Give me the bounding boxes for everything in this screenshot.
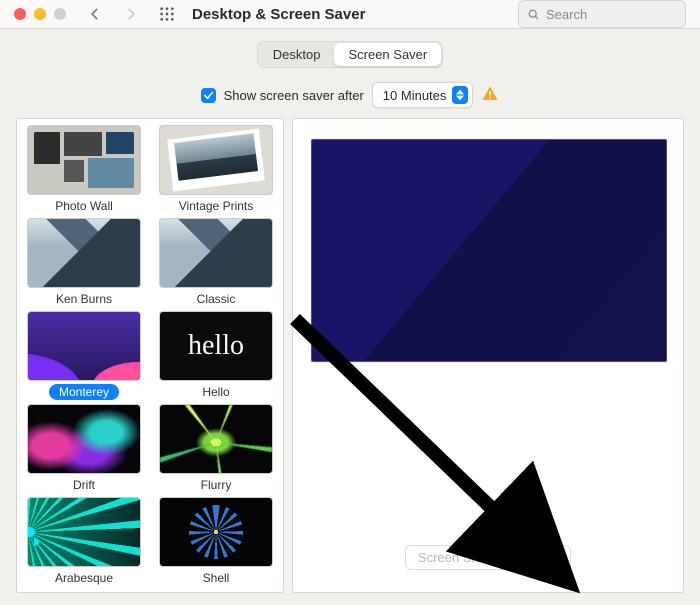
select-stepper-icon [452,86,468,104]
thumbnail-ken-burns [27,218,141,288]
show-after-label: Show screen saver after [224,88,364,103]
desktop-screensaver-tabs: Desktop Screen Saver [257,41,443,68]
screensaver-item-flurry[interactable]: Flurry [151,404,281,493]
screensaver-item-ken-burns[interactable]: Ken Burns [19,218,149,307]
window-controls [14,8,66,20]
thumbnail-arabesque [27,497,141,567]
screensaver-item-monterey[interactable]: Monterey [19,311,149,400]
screensaver-item-arabesque[interactable]: Arabesque [19,497,149,586]
thumbnail-hello: hello [159,311,273,381]
thumbnail-classic [159,218,273,288]
screensaver-item-photo-wall[interactable]: Photo Wall [19,125,149,214]
tab-desktop[interactable]: Desktop [259,43,335,66]
back-button[interactable] [82,1,108,27]
show-after-row: Show screen saver after 10 Minutes [16,82,684,108]
preferences-window: Desktop & Screen Saver Search Desktop Sc… [0,0,700,605]
screen-saver-options-button[interactable]: Screen Saver Options… [405,545,571,570]
thumbnail-photo-wall [27,125,141,195]
show-all-prefs-button[interactable] [154,1,180,27]
tab-screen-saver[interactable]: Screen Saver [334,43,441,66]
screensaver-item-shell[interactable]: Shell [151,497,281,586]
thumbnail-drift [27,404,141,474]
screensaver-label: Shell [193,570,240,586]
pane-body: Desktop Screen Saver Show screen saver a… [0,29,700,605]
thumbnail-vintage-prints [159,125,273,195]
screensaver-label: Flurry [191,477,242,493]
bottom-row: Use random screen saver Show with clock … [16,593,684,605]
screensaver-grid[interactable]: Photo Wall Vintage Prints Ken Burns Clas… [16,118,284,593]
screensaver-item-vintage-prints[interactable]: Vintage Prints [151,125,281,214]
show-after-select[interactable]: 10 Minutes [372,82,474,108]
screensaver-item-classic[interactable]: Classic [151,218,281,307]
show-after-value: 10 Minutes [383,88,447,103]
screensaver-label: Photo Wall [45,198,123,214]
window-toolbar: Desktop & Screen Saver Search [0,0,700,29]
screensaver-label: Vintage Prints [169,198,264,214]
show-after-checkbox[interactable] [201,88,216,103]
screensaver-label: Hello [192,384,239,400]
thumbnail-shell [159,497,273,567]
screensaver-label: Ken Burns [46,291,122,307]
minimize-window-button[interactable] [34,8,46,20]
warning-icon [481,85,499,106]
search-placeholder: Search [546,7,587,22]
screensaver-preview[interactable] [311,139,667,362]
screensaver-label: Monterey [49,384,119,400]
screensaver-item-hello[interactable]: hello Hello [151,311,281,400]
window-title: Desktop & Screen Saver [192,6,365,23]
search-field[interactable]: Search [518,0,686,28]
close-window-button[interactable] [14,8,26,20]
screensaver-label: Arabesque [45,570,123,586]
thumbnail-monterey [27,311,141,381]
screensaver-label: Drift [63,477,105,493]
screensaver-item-drift[interactable]: Drift [19,404,149,493]
thumbnail-flurry [159,404,273,474]
forward-button[interactable] [118,1,144,27]
preview-pane: Screen Saver Options… [292,118,684,593]
screensaver-label: Classic [187,291,246,307]
zoom-window-button[interactable] [54,8,66,20]
